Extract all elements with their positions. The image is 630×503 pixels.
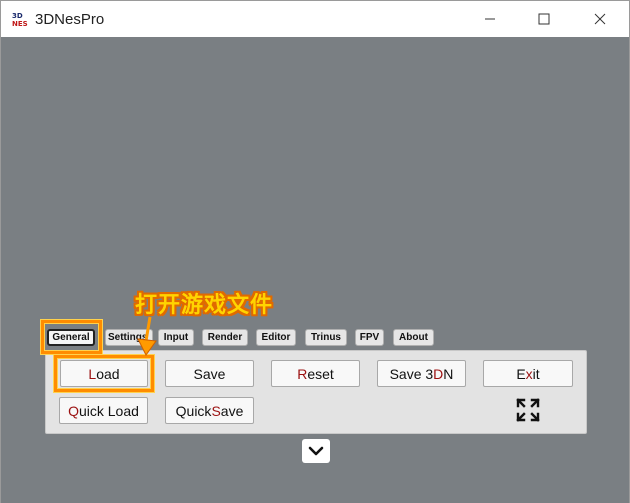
load-label-rest: oad [96,365,120,382]
load-button[interactable]: Load [60,360,148,387]
tab-general[interactable]: General [47,329,95,346]
annotation-arrow [137,316,157,356]
save3dn-label-pre: Save 3 [389,365,434,382]
save-button[interactable]: Save [165,360,254,387]
svg-text:NES: NES [12,20,28,28]
save3dn-hotkey-letter: D [433,365,444,382]
maximize-icon [538,13,550,25]
reset-button[interactable]: Reset [271,360,360,387]
quick-save-hotkey-letter: S [211,402,221,419]
exit-label-pre: E [516,365,526,382]
minimize-button[interactable] [467,1,513,37]
exit-button[interactable]: Ex it [483,360,573,387]
chevron-down-icon [308,446,324,456]
fullscreen-expand-icon[interactable] [515,397,541,423]
window-title: 3DNesPro [35,11,105,28]
close-button[interactable] [577,1,623,37]
title-bar[interactable]: 3D NES 3DNesPro [1,1,629,37]
quick-load-label-rest: uick Load [78,402,139,419]
minimize-icon [485,18,495,20]
tab-render[interactable]: Render [202,329,248,346]
tab-about[interactable]: About [393,329,434,346]
quick-save-label-rest: ave [220,402,244,419]
save-3dn-button[interactable]: Save 3DN [377,360,466,387]
tab-trinus[interactable]: Trinus [305,329,347,346]
load-hotkey-letter: L [88,365,97,382]
app-window: 3D NES 3DNesPro General Settings Input R… [0,0,630,503]
quick-save-label-pre: Quick [175,402,212,419]
reset-hotkey-letter: R [297,365,308,382]
quick-load-button[interactable]: Quick Load [59,397,148,424]
quick-save-button[interactable]: Quick Save [165,397,254,424]
collapse-menu-button[interactable] [302,439,330,463]
tab-editor[interactable]: Editor [256,329,296,346]
tab-fpv[interactable]: FPV [355,329,384,346]
3dnes-logo-icon: 3D NES [11,10,29,28]
exit-label-post: it [532,365,540,382]
maximize-button[interactable] [521,1,567,37]
exit-hotkey-letter: x [525,365,533,382]
save-label: Save [193,365,226,382]
menu-tab-bar: General Settings Input Render Editor Tri… [1,329,629,347]
svg-text:3D: 3D [12,12,23,20]
quick-load-hotkey-letter: Q [68,402,79,419]
close-icon [594,13,606,25]
save3dn-label-post: N [443,365,454,382]
reset-label-rest: eset [307,365,334,382]
